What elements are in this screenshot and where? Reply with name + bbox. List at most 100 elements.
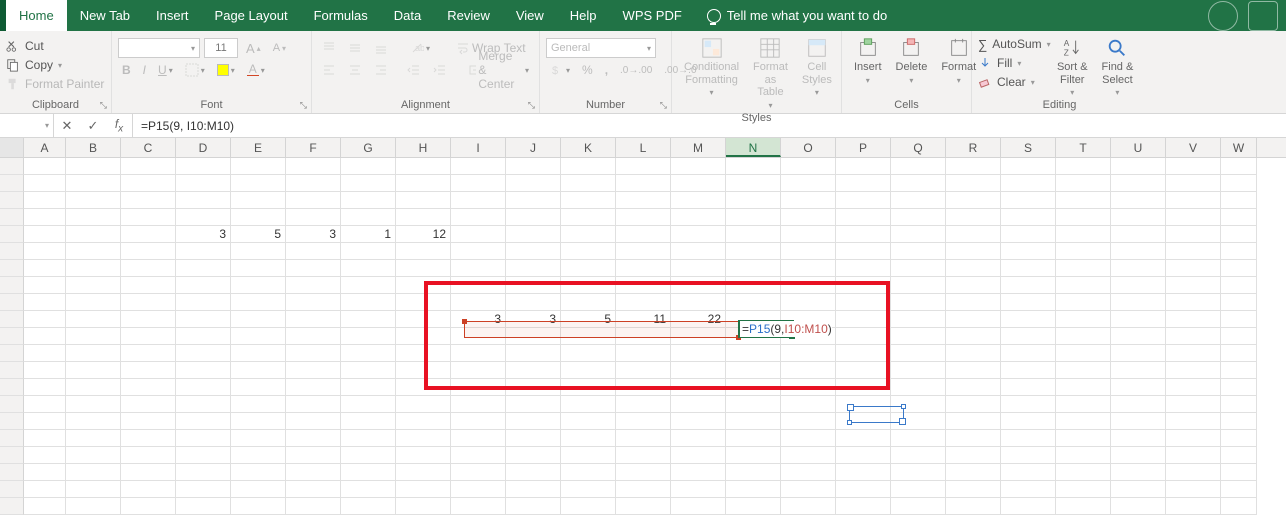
cell[interactable]: [176, 345, 231, 362]
cell[interactable]: [396, 192, 451, 209]
cell[interactable]: [836, 158, 891, 175]
cell[interactable]: [341, 396, 396, 413]
conditional-formatting-button[interactable]: Conditional Formatting▾: [678, 35, 745, 110]
cell[interactable]: [66, 260, 121, 277]
cell[interactable]: [121, 430, 176, 447]
cell[interactable]: [341, 362, 396, 379]
cell[interactable]: [66, 209, 121, 226]
cell[interactable]: [561, 430, 616, 447]
cell[interactable]: [891, 243, 946, 260]
cell[interactable]: [726, 226, 781, 243]
find-select-button[interactable]: Find & Select▾: [1094, 35, 1141, 97]
cell[interactable]: [946, 328, 1001, 345]
cell[interactable]: [836, 175, 891, 192]
merge-button[interactable]: Merge & Center▾: [465, 47, 533, 93]
cell[interactable]: [946, 396, 1001, 413]
cell[interactable]: [341, 294, 396, 311]
cell[interactable]: [671, 481, 726, 498]
fx-button[interactable]: fx: [106, 117, 132, 134]
cell[interactable]: [561, 175, 616, 192]
cell[interactable]: [946, 226, 1001, 243]
cell[interactable]: [1221, 277, 1257, 294]
cell[interactable]: [1001, 311, 1056, 328]
inc-decimal-button[interactable]: .0→.00: [616, 63, 656, 78]
cell[interactable]: [946, 209, 1001, 226]
cell[interactable]: [1111, 158, 1166, 175]
cell[interactable]: [1111, 192, 1166, 209]
cell[interactable]: [781, 396, 836, 413]
cell[interactable]: [946, 277, 1001, 294]
cell[interactable]: [1056, 498, 1111, 515]
cell[interactable]: [1166, 158, 1221, 175]
account-icon[interactable]: [1208, 1, 1238, 31]
cell[interactable]: [1001, 226, 1056, 243]
cell[interactable]: [1221, 328, 1257, 345]
cell[interactable]: [24, 226, 66, 243]
cell[interactable]: [24, 328, 66, 345]
cell[interactable]: [231, 379, 286, 396]
cell[interactable]: [506, 464, 561, 481]
cell[interactable]: [671, 158, 726, 175]
cell[interactable]: [1001, 430, 1056, 447]
cell[interactable]: [671, 430, 726, 447]
cell[interactable]: [1166, 260, 1221, 277]
cell[interactable]: [1166, 311, 1221, 328]
cell[interactable]: [451, 209, 506, 226]
cell[interactable]: [176, 192, 231, 209]
select-all-corner[interactable]: [0, 138, 24, 157]
cell[interactable]: [506, 192, 561, 209]
cell[interactable]: [121, 498, 176, 515]
cell[interactable]: [121, 277, 176, 294]
cell[interactable]: [1111, 226, 1166, 243]
cell[interactable]: [616, 209, 671, 226]
cell[interactable]: [396, 396, 451, 413]
cell[interactable]: [66, 481, 121, 498]
cell[interactable]: [231, 311, 286, 328]
cell[interactable]: [176, 294, 231, 311]
cell[interactable]: [231, 396, 286, 413]
cell[interactable]: [946, 379, 1001, 396]
cell[interactable]: [561, 192, 616, 209]
col-header[interactable]: C: [121, 138, 176, 157]
col-header[interactable]: W: [1221, 138, 1257, 157]
cell[interactable]: [561, 209, 616, 226]
cell[interactable]: [341, 498, 396, 515]
cell[interactable]: [286, 345, 341, 362]
cell[interactable]: [286, 430, 341, 447]
tab-home[interactable]: Home: [6, 0, 67, 31]
cell[interactable]: [781, 498, 836, 515]
cell[interactable]: [836, 226, 891, 243]
cell[interactable]: [1221, 498, 1257, 515]
cell[interactable]: [1166, 192, 1221, 209]
col-header[interactable]: G: [341, 138, 396, 157]
cell[interactable]: [946, 447, 1001, 464]
cell[interactable]: [176, 396, 231, 413]
cell[interactable]: [891, 192, 946, 209]
align-right-button[interactable]: [370, 61, 392, 79]
comma-button[interactable]: ,: [601, 61, 612, 79]
cell[interactable]: [946, 158, 1001, 175]
cell[interactable]: [506, 243, 561, 260]
cell[interactable]: [946, 294, 1001, 311]
cell[interactable]: [891, 158, 946, 175]
cell[interactable]: [891, 175, 946, 192]
cell[interactable]: [24, 192, 66, 209]
cell[interactable]: [506, 430, 561, 447]
cell[interactable]: [1111, 413, 1166, 430]
cell[interactable]: [946, 260, 1001, 277]
cell[interactable]: [24, 260, 66, 277]
cell[interactable]: [1166, 175, 1221, 192]
cell[interactable]: [451, 430, 506, 447]
cell[interactable]: [1056, 277, 1111, 294]
cell[interactable]: [286, 447, 341, 464]
cell[interactable]: [1056, 413, 1111, 430]
cell[interactable]: [561, 396, 616, 413]
cell[interactable]: [1001, 277, 1056, 294]
cell[interactable]: [1166, 413, 1221, 430]
cell[interactable]: [451, 158, 506, 175]
cell[interactable]: [506, 260, 561, 277]
cell[interactable]: [396, 175, 451, 192]
cell[interactable]: [24, 464, 66, 481]
tab-data[interactable]: Data: [381, 0, 434, 31]
cell[interactable]: [1056, 226, 1111, 243]
